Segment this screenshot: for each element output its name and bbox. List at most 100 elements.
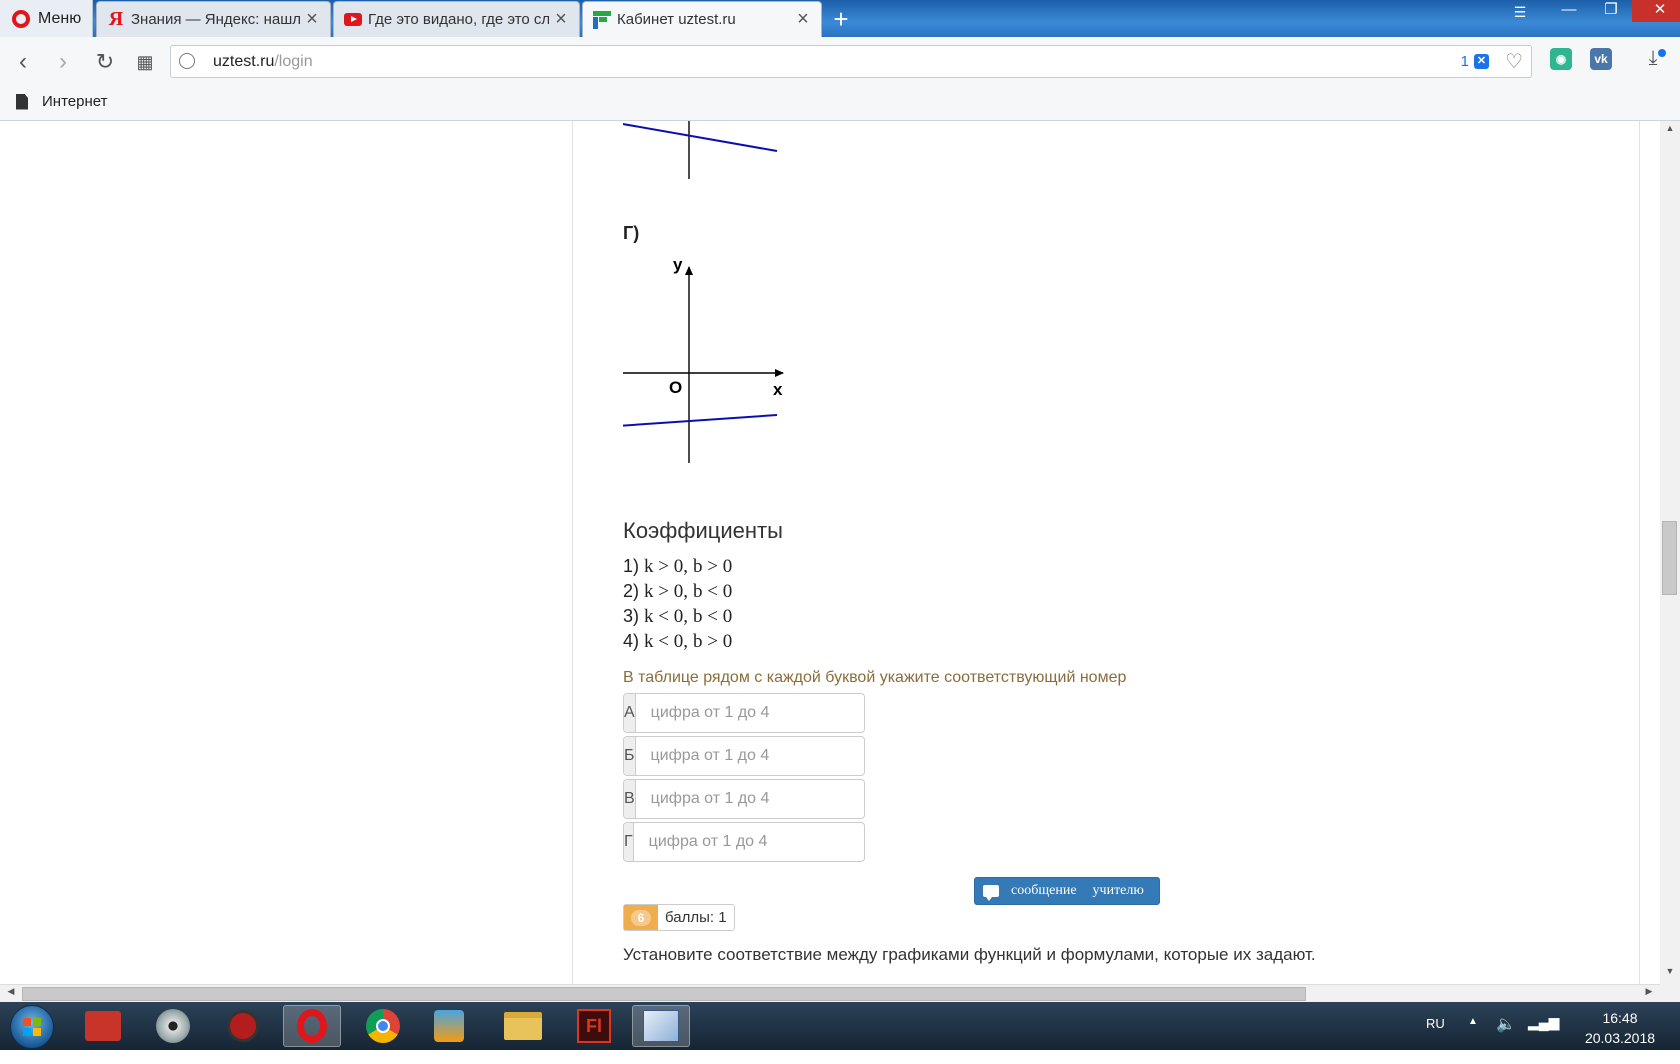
- scroll-up-icon[interactable]: ▲: [1660, 123, 1680, 139]
- answer-input-g[interactable]: [633, 823, 871, 861]
- answer-row-g: Г: [623, 822, 871, 862]
- explorer-app-icon[interactable]: [494, 1005, 552, 1047]
- page-viewport: Г) y x O Коэффициенты 1) k > 0, b > 0 2)…: [0, 121, 1660, 984]
- start-button[interactable]: [10, 1005, 54, 1049]
- tray-expand-icon[interactable]: ▲: [1468, 1016, 1478, 1064]
- vpn-extension-icon[interactable]: ◉: [1550, 48, 1572, 70]
- coefficient-option-1: 1) k > 0, b > 0: [623, 556, 733, 577]
- answer-letter: Г: [624, 823, 634, 861]
- answer-instruction: В таблице рядом с каждой буквой укажите …: [623, 669, 1127, 686]
- answer-table: А Б В Г: [623, 693, 873, 865]
- media-player-app-icon[interactable]: [420, 1005, 478, 1047]
- question-content: Г) y x O Коэффициенты 1) k > 0, b > 0 2)…: [572, 121, 1640, 984]
- answer-row-a: А: [623, 693, 873, 733]
- tab-menu-icon[interactable]: ☰: [1508, 4, 1532, 24]
- close-tab-icon[interactable]: ×: [791, 8, 815, 31]
- adblock-icon[interactable]: ✕: [1474, 54, 1489, 69]
- coefficients-list: 1) k > 0, b > 0 2) k > 0, b < 0 3) k < 0…: [623, 554, 732, 654]
- window-controls: — ❐ ✕: [1548, 0, 1680, 22]
- y-axis-label: y: [673, 261, 683, 274]
- bookmark-heart-icon[interactable]: ♡: [1505, 49, 1523, 74]
- scroll-right-icon[interactable]: ▶: [1640, 986, 1658, 997]
- tab-strip: Меню Я Знания — Яндекс: нашло × Где это …: [0, 0, 1680, 37]
- opera-logo-icon: [12, 9, 30, 28]
- bookmark-internet[interactable]: Интернет: [16, 93, 107, 110]
- vk-extension-icon[interactable]: vk: [1590, 48, 1612, 70]
- yandex-icon: Я: [108, 8, 124, 30]
- message-teacher-button[interactable]: сообщение учителю: [974, 877, 1160, 905]
- tab-title: Где это видано, где это сл: [368, 11, 549, 28]
- network-icon[interactable]: ▂▄▆: [1528, 1014, 1559, 1062]
- minimize-icon[interactable]: —: [1548, 0, 1590, 22]
- menu-label: Меню: [38, 9, 82, 27]
- scroll-left-icon[interactable]: ◀: [2, 986, 20, 997]
- volume-icon[interactable]: 🔈: [1496, 1014, 1516, 1062]
- address-bar-row: ‹ › ↻ ▦ uztest.ru/login 1 ✕ ♡ ◉ vk ⤓: [0, 37, 1680, 86]
- answer-row-v: В: [623, 779, 873, 819]
- speed-dial-icon[interactable]: ▦: [130, 47, 160, 77]
- clock-date: 20.03.2018: [1584, 1030, 1656, 1046]
- x-axis-label: x: [773, 380, 783, 399]
- opera-app-icon[interactable]: [283, 1005, 341, 1047]
- vertical-scrollbar[interactable]: ▲ ▼: [1660, 121, 1680, 984]
- forward-icon[interactable]: ›: [48, 47, 78, 77]
- language-indicator[interactable]: RU: [1426, 1016, 1445, 1064]
- tab-yandex[interactable]: Я Знания — Яндекс: нашло ×: [96, 1, 331, 37]
- coefficient-option-4: 4) k < 0, b > 0: [623, 631, 733, 652]
- hscroll-thumb[interactable]: [22, 987, 1306, 1001]
- question-number-badge: 6: [631, 909, 651, 926]
- scroll-corner: [1660, 984, 1680, 1002]
- answer-letter: В: [624, 780, 636, 818]
- document-icon: [16, 93, 28, 110]
- address-field[interactable]: uztest.ru/login 1 ✕ ♡: [170, 45, 1532, 78]
- graph-v-partial: [623, 121, 778, 179]
- coefficients-title: Коэффициенты: [623, 518, 783, 543]
- flash-app-icon[interactable]: Fl: [565, 1005, 623, 1047]
- clock-time: 16:48: [1602, 1010, 1638, 1026]
- coefficient-option-3: 3) k < 0, b < 0: [623, 606, 733, 627]
- windows-taskbar: Fl RU ▲ 🔈 ▂▄▆ 16:48 20.03.2018: [0, 1002, 1680, 1050]
- y-axis-arrow: [685, 266, 693, 275]
- bookmark-label: Интернет: [42, 93, 108, 110]
- answer-input-b[interactable]: [635, 737, 873, 775]
- maximize-icon[interactable]: ❐: [1590, 0, 1632, 22]
- answer-input-a[interactable]: [635, 694, 873, 732]
- close-tab-icon[interactable]: ×: [300, 8, 324, 31]
- scroll-thumb[interactable]: [1662, 521, 1677, 595]
- horizontal-scrollbar[interactable]: ◀ ▶: [0, 984, 1660, 1003]
- scroll-down-icon[interactable]: ▼: [1660, 966, 1680, 982]
- windows-logo-icon: [23, 1018, 41, 1036]
- tab-uztest[interactable]: Кабинет uztest.ru ×: [582, 1, 822, 37]
- answer-letter: А: [624, 694, 636, 732]
- adblock-count: 1: [1460, 53, 1469, 70]
- reload-icon[interactable]: ↻: [90, 47, 120, 77]
- back-icon[interactable]: ‹: [8, 47, 38, 77]
- origin-label: O: [669, 378, 682, 397]
- uztest-icon: [593, 10, 611, 29]
- game-app-icon[interactable]: [214, 1005, 272, 1047]
- globe-icon: [179, 53, 195, 69]
- url-text: uztest.ru/login: [213, 53, 313, 70]
- window-close-icon[interactable]: ✕: [1632, 0, 1680, 22]
- download-icon[interactable]: ⤓: [1640, 47, 1666, 75]
- opera-menu-button[interactable]: Меню: [0, 0, 93, 37]
- paint-app-icon[interactable]: [632, 1005, 690, 1047]
- bookmarks-bar: Интернет: [0, 86, 1680, 121]
- system-clock[interactable]: 16:48 20.03.2018: [1560, 1008, 1680, 1048]
- next-question-text: Установите соответствие между графиками …: [623, 945, 1316, 964]
- youtube-icon: [344, 11, 362, 29]
- new-tab-button[interactable]: +: [826, 4, 856, 34]
- answer-input-v[interactable]: [635, 780, 873, 818]
- points-label: баллы: 1: [665, 909, 727, 926]
- graph-g: y x O: [623, 261, 784, 463]
- store-app-icon[interactable]: [74, 1005, 132, 1047]
- graph-letter: Г): [623, 223, 640, 243]
- chrome-app-icon[interactable]: [354, 1005, 412, 1047]
- tab-title: Кабинет uztest.ru: [617, 11, 736, 28]
- tab-youtube[interactable]: Где это видано, где это сл ×: [333, 1, 580, 37]
- close-tab-icon[interactable]: ×: [549, 8, 573, 31]
- x-axis-arrow: [775, 369, 784, 377]
- dvd-app-icon[interactable]: [144, 1005, 202, 1047]
- coefficient-option-2: 2) k > 0, b < 0: [623, 581, 733, 602]
- next-question-score: 6 баллы: 1: [623, 904, 735, 931]
